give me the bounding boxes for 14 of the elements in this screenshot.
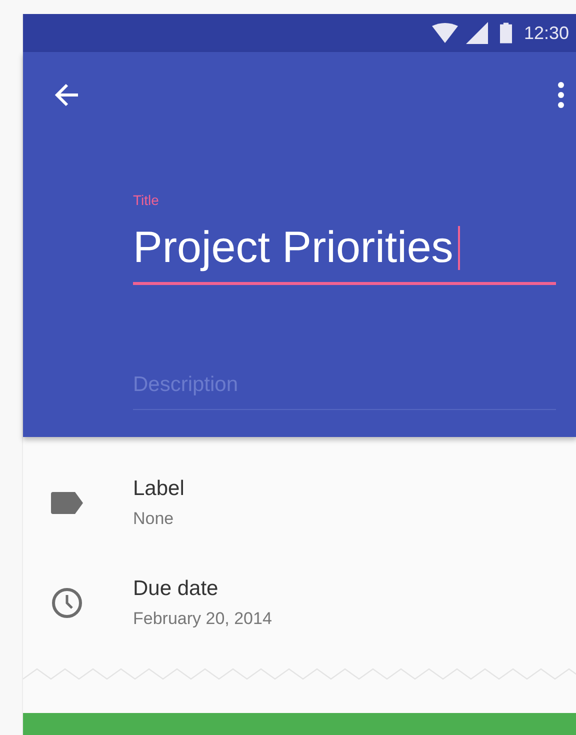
clock-icon — [51, 587, 83, 619]
label-tag-icon — [51, 492, 83, 514]
detail-title: Label — [133, 477, 184, 501]
signal-icon — [466, 22, 488, 44]
battery-icon — [500, 22, 512, 44]
detail-value: February 20, 2014 — [133, 609, 272, 629]
detail-title: Due date — [133, 577, 220, 601]
status-time: 12:30 — [524, 22, 569, 44]
detail-value: None — [133, 509, 175, 529]
more-options-icon[interactable] — [558, 82, 564, 108]
wifi-icon — [432, 23, 458, 43]
back-arrow-icon[interactable] — [54, 82, 80, 108]
title-field[interactable]: Project Priorities — [133, 222, 556, 285]
title-label: Title — [133, 192, 159, 208]
